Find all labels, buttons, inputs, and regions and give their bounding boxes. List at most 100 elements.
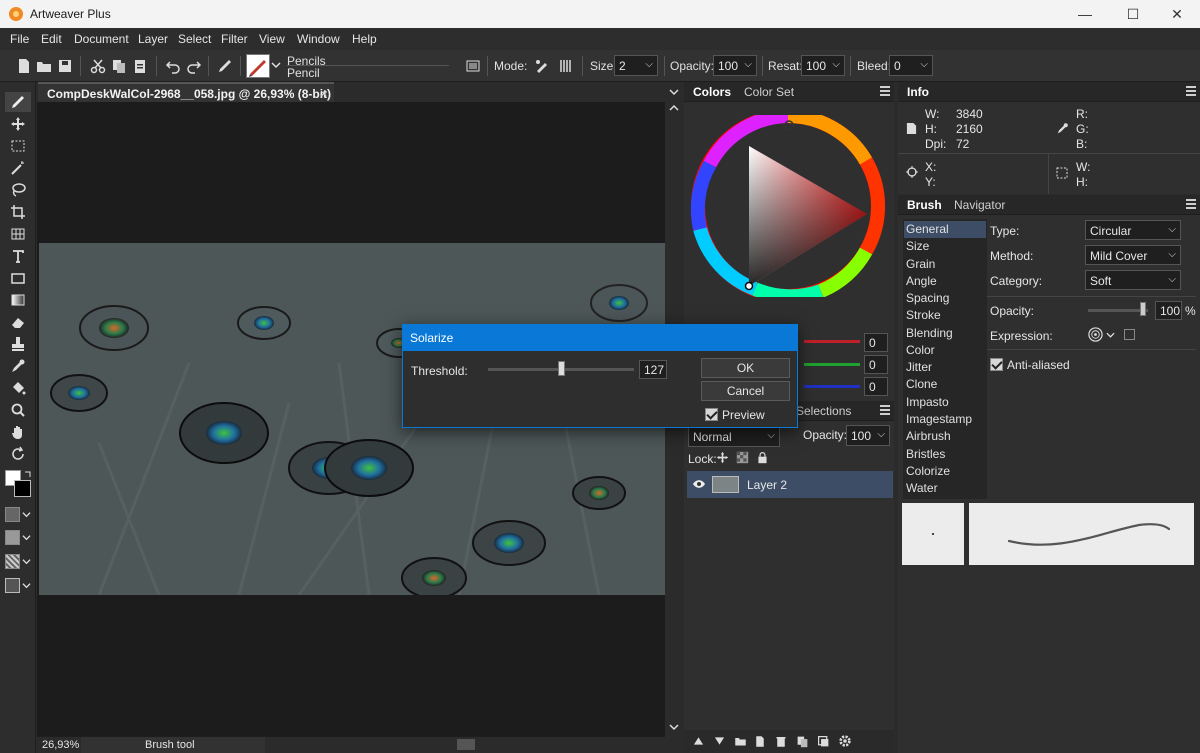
background-color-swatch[interactable]: [14, 480, 31, 497]
menu-help[interactable]: Help: [352, 32, 377, 46]
open-folder-icon[interactable]: [36, 58, 52, 74]
brush-category-general[interactable]: General: [904, 221, 986, 238]
threshold-value[interactable]: 127: [639, 360, 667, 379]
magic-wand-tool-icon[interactable]: [10, 160, 26, 176]
bleed-combo[interactable]: 0 ⌵: [889, 55, 933, 76]
duplicate-layer-icon[interactable]: [796, 735, 809, 748]
document-tab[interactable]: CompDeskWalCol-2968__058.jpg @ 26,93% (8…: [38, 82, 334, 115]
brush-category-jitter[interactable]: Jitter: [904, 359, 986, 376]
cancel-button[interactable]: Cancel: [701, 381, 790, 401]
rect-select-tool-icon[interactable]: [10, 138, 26, 154]
mode-paint-icon[interactable]: [534, 58, 550, 74]
brush-category-stroke[interactable]: Stroke: [904, 307, 986, 324]
brush-category-spacing[interactable]: Spacing: [904, 290, 986, 307]
copy-icon[interactable]: [111, 58, 127, 74]
crop-tool-icon[interactable]: [10, 204, 26, 220]
brush-type-combo[interactable]: Circular ⌵: [1085, 220, 1181, 240]
swap-colors-icon[interactable]: [24, 470, 32, 478]
chevron-down-icon[interactable]: [1106, 331, 1115, 339]
tab-color-set[interactable]: Color Set: [744, 85, 794, 99]
minimize-button[interactable]: —: [1062, 0, 1108, 28]
brush-opacity-thumb[interactable]: [1140, 302, 1146, 316]
new-layer-icon[interactable]: [754, 735, 766, 748]
brush-category-color[interactable]: Color: [904, 342, 986, 359]
color-wheel[interactable]: [687, 115, 889, 297]
preview-checkbox[interactable]: [705, 408, 718, 421]
chevron-down-icon[interactable]: [22, 533, 31, 542]
green-value[interactable]: 0: [864, 355, 888, 374]
brush-opacity-value[interactable]: 100: [1155, 301, 1182, 320]
menu-document[interactable]: Document: [74, 32, 129, 46]
move-tool-icon[interactable]: [10, 116, 26, 132]
panel-menu-icon[interactable]: [1186, 86, 1196, 96]
menu-view[interactable]: View: [259, 32, 285, 46]
gradient-selector[interactable]: [5, 578, 20, 593]
ok-button[interactable]: OK: [701, 358, 790, 378]
perspective-grid-tool-icon[interactable]: [10, 226, 26, 242]
pressure-expression-icon[interactable]: [1088, 327, 1103, 342]
brush-category-imagestamp[interactable]: Imagestamp: [904, 411, 986, 428]
brush-method-combo[interactable]: Mild Cover ⌵: [1085, 245, 1181, 265]
eraser-tool-icon[interactable]: [10, 314, 26, 330]
clone-stamp-tool-icon[interactable]: [10, 336, 26, 352]
brush-tool-icon[interactable]: [217, 58, 233, 74]
brush-opacity-slider[interactable]: [1088, 309, 1148, 312]
chevron-down-icon[interactable]: [669, 88, 679, 96]
brush-category-impasto[interactable]: Impasto: [904, 394, 986, 411]
anti-aliased-checkbox[interactable]: [990, 358, 1003, 371]
grain-selector[interactable]: [5, 507, 20, 522]
scroll-down-icon[interactable]: [669, 723, 679, 731]
resat-combo[interactable]: 100 ⌵: [801, 55, 845, 76]
eyedropper-tool-icon[interactable]: [10, 358, 26, 374]
rotate-view-tool-icon[interactable]: [10, 446, 26, 462]
new-file-icon[interactable]: [16, 58, 32, 74]
tab-info[interactable]: Info: [907, 85, 929, 99]
brush-category-blending[interactable]: Blending: [904, 325, 986, 342]
undo-icon[interactable]: [165, 58, 181, 74]
horizontal-scroll-thumb[interactable]: [457, 739, 475, 750]
menu-select[interactable]: Select: [178, 32, 211, 46]
close-window-button[interactable]: ✕: [1154, 0, 1200, 28]
brush-settings-icon[interactable]: [465, 58, 481, 74]
tab-colors[interactable]: Colors: [693, 85, 731, 99]
brush-category-water[interactable]: Water: [904, 480, 986, 497]
close-tab-icon[interactable]: ×: [320, 86, 328, 101]
mode-bristle-icon[interactable]: [558, 58, 574, 74]
brush-category-angle[interactable]: Angle: [904, 273, 986, 290]
brush-category-colorize[interactable]: Colorize: [904, 463, 986, 480]
brush-category-combo[interactable]: Soft ⌵: [1085, 270, 1181, 290]
chevron-down-icon[interactable]: [22, 557, 31, 566]
lock-position-icon[interactable]: [716, 451, 729, 464]
text-tool-icon[interactable]: [10, 248, 26, 264]
expression-settings-button[interactable]: [1124, 329, 1135, 340]
texture-selector[interactable]: [5, 554, 20, 569]
brush-category-airbrush[interactable]: Airbrush: [904, 428, 986, 445]
brush-category-grain[interactable]: Grain: [904, 256, 986, 273]
opacity-combo[interactable]: 100 ⌵: [713, 55, 757, 76]
red-value[interactable]: 0: [864, 333, 888, 352]
size-combo[interactable]: 2 ⌵: [614, 55, 658, 76]
brush-category-clone[interactable]: Clone: [904, 376, 986, 393]
chevron-down-icon[interactable]: [271, 60, 281, 70]
brush-tool-icon[interactable]: [10, 94, 26, 110]
lock-all-icon[interactable]: [756, 451, 769, 464]
hand-tool-icon[interactable]: [10, 424, 26, 440]
brush-category-bristles[interactable]: Bristles: [904, 446, 986, 463]
blue-value[interactable]: 0: [864, 377, 888, 396]
menu-file[interactable]: File: [10, 32, 29, 46]
zoom-tool-icon[interactable]: [10, 402, 26, 418]
panel-menu-icon[interactable]: [880, 86, 890, 96]
lasso-tool-icon[interactable]: [10, 182, 26, 198]
move-layer-up-icon[interactable]: [693, 736, 704, 746]
brush-category-size[interactable]: Size: [904, 238, 986, 255]
scroll-up-icon[interactable]: [669, 104, 679, 112]
panel-menu-icon[interactable]: [1186, 199, 1196, 209]
new-group-icon[interactable]: [734, 735, 747, 747]
eye-icon[interactable]: [692, 479, 706, 489]
pattern-selector[interactable]: [5, 530, 20, 545]
tab-brush[interactable]: Brush: [907, 198, 942, 212]
maximize-button[interactable]: ☐: [1110, 0, 1156, 28]
chevron-down-icon[interactable]: [22, 581, 31, 590]
panel-menu-icon[interactable]: [880, 405, 890, 415]
move-layer-down-icon[interactable]: [714, 736, 725, 746]
